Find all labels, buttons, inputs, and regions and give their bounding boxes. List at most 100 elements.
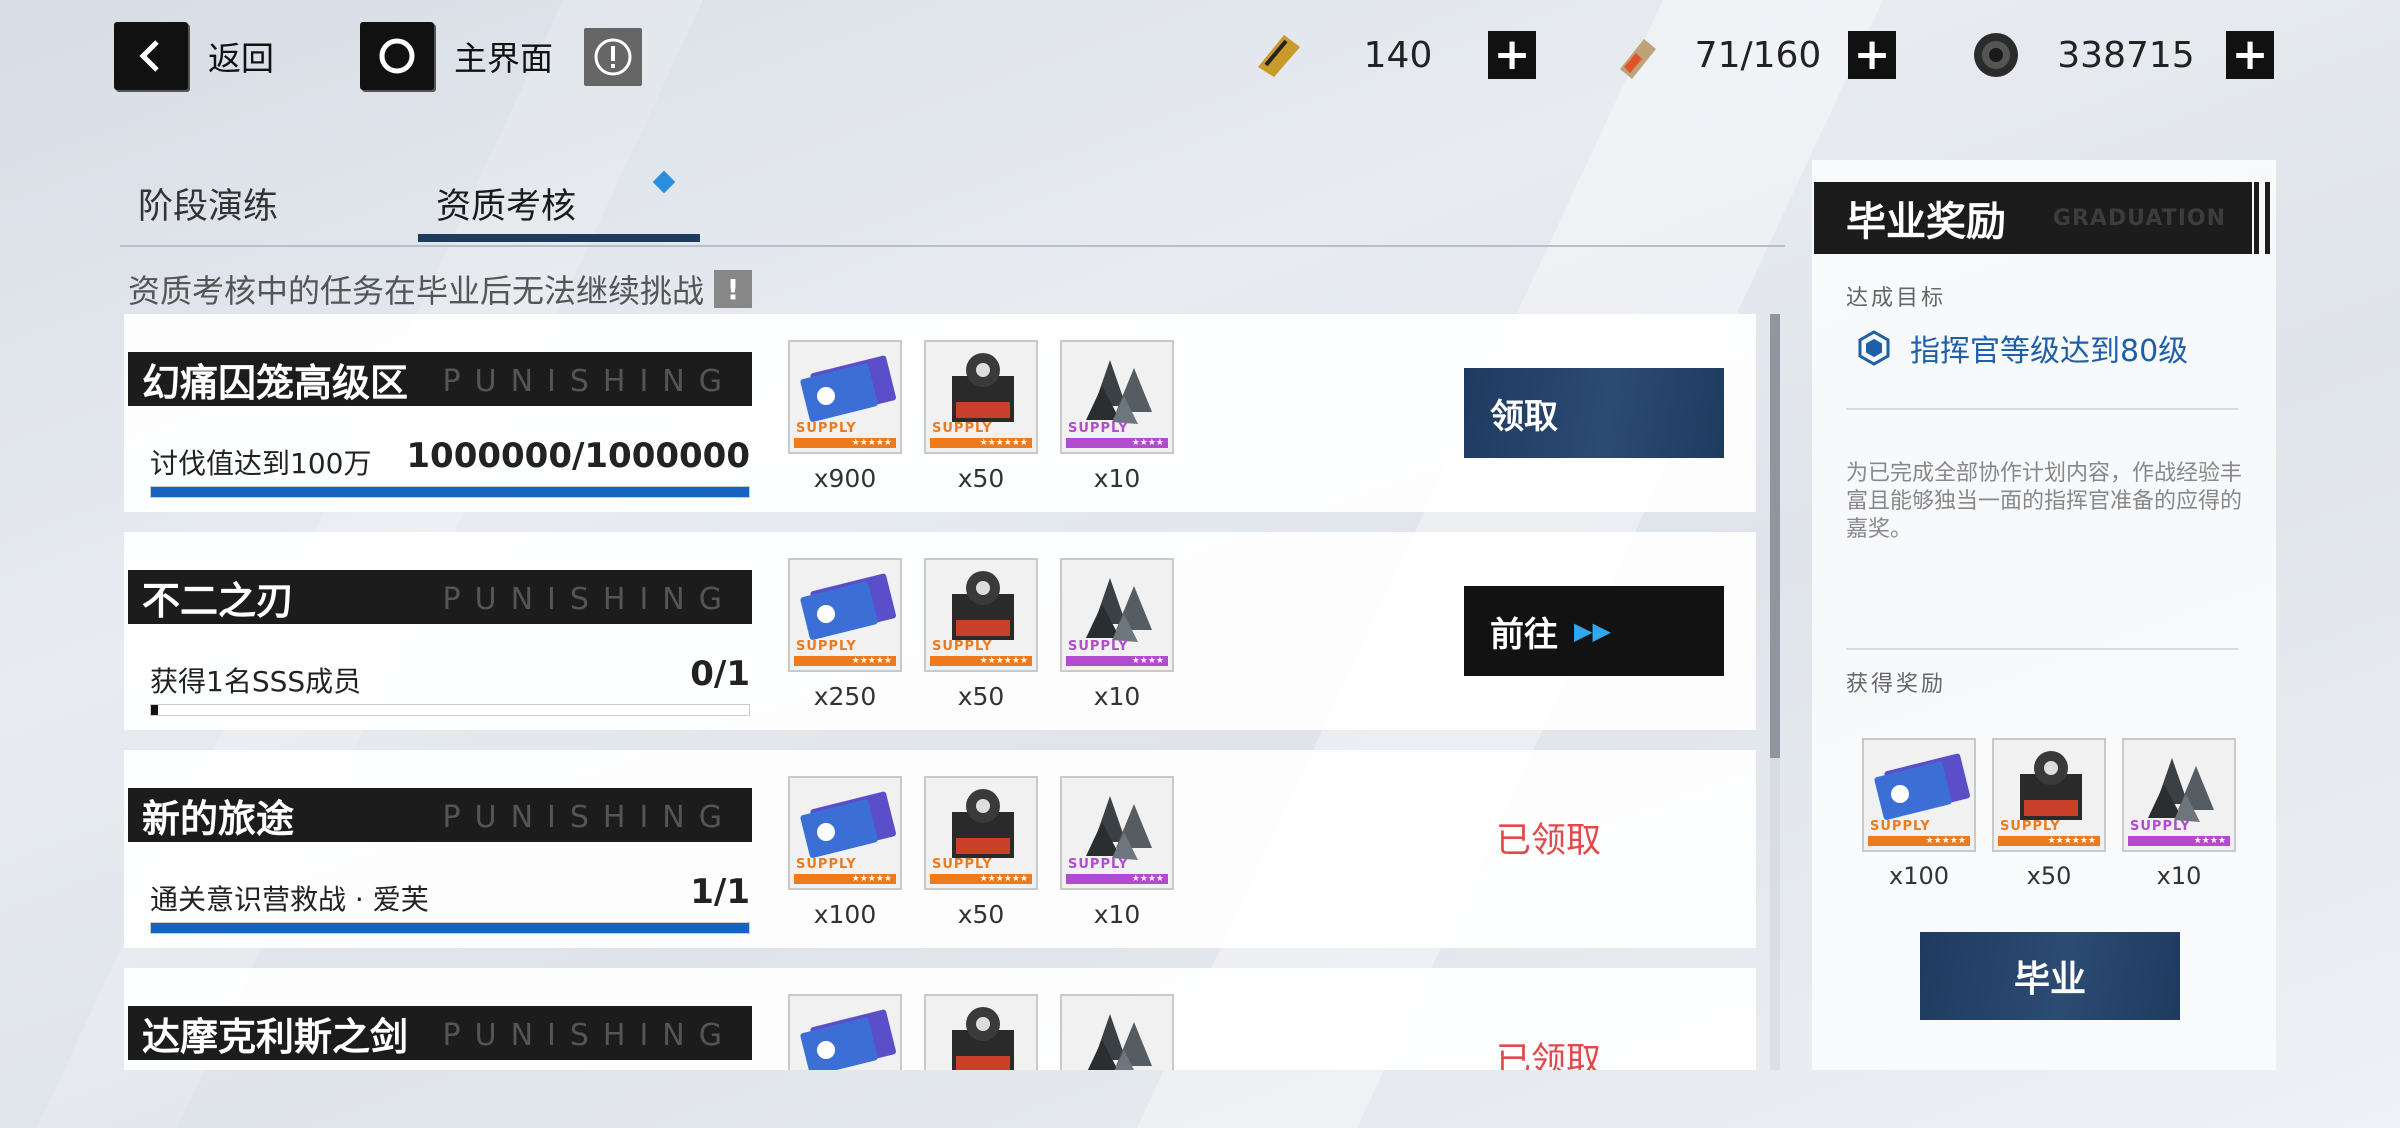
progress-bar-fill <box>151 487 749 497</box>
reward-item[interactable]: SUPPLY ★★★★ x10 <box>1060 776 1174 929</box>
task-condition: 获得1名SSS成员 0/1 <box>150 654 750 700</box>
ticket-icon <box>1248 25 1308 85</box>
reward-quantity: x900 <box>813 464 877 493</box>
reward-item[interactable]: SUPPLY ★★★★★ x100 <box>1862 738 1976 890</box>
condition-text: 通关意识营救战 · 爱芙 <box>150 883 429 916</box>
ticket-count: 140 <box>1363 34 1433 76</box>
rarity-strip: ★★★★★ <box>794 438 896 448</box>
supply-chip-box-icon[interactable]: SUPPLY ★★★★★★ <box>1992 738 2106 852</box>
tab-qualification[interactable]: 资质考核 <box>436 178 576 229</box>
task-title: 幻痛囚笼高级区 <box>142 360 409 405</box>
reward-item[interactable]: SUPPLY ★★★★★ x100 <box>788 776 902 929</box>
supply-tag: SUPPLY <box>1068 421 1129 436</box>
supply-crystal-icon[interactable]: SUPPLY★★★★ <box>1060 994 1174 1070</box>
reward-item[interactable]: SUPPLY★★★★★ <box>788 994 902 1070</box>
reward-item[interactable]: SUPPLY ★★★★★ x900 <box>788 340 902 493</box>
rarity-strip: ★★★★★★ <box>930 874 1032 884</box>
task-rewards: SUPPLY★★★★★ SUPPLY★★★★★★ SUPPLY★★★★ <box>788 994 1174 1070</box>
supply-crystal-icon[interactable]: SUPPLY ★★★★ <box>1060 340 1174 454</box>
panel-title-en: GRADUATION <box>2052 206 2226 231</box>
progress-bar <box>150 922 750 934</box>
supply-tag: SUPPLY <box>796 857 857 872</box>
reward-quantity: x10 <box>1093 682 1141 711</box>
task-title-bar: 达摩克利斯之剑 PUNISHING <box>128 1006 752 1060</box>
reward-item[interactable]: SUPPLY★★★★★★ <box>924 994 1038 1070</box>
supply-tag: SUPPLY <box>796 639 857 654</box>
graduation-rewards: SUPPLY ★★★★★ x100 SUPPLY ★★★★★★ x50 SUPPLY ★★★★… <box>1862 738 2236 890</box>
supply-tag: SUPPLY <box>1068 639 1129 654</box>
info-icon <box>594 38 632 76</box>
reward-item[interactable]: SUPPLY ★★★★★★ x50 <box>924 776 1038 929</box>
punishing-deco-text: PUNISHING <box>442 364 736 399</box>
supply-crystal-icon[interactable]: SUPPLY★★★★ <box>1060 776 1174 890</box>
reward-item[interactable]: SUPPLY ★★★★★★ x50 <box>924 558 1038 711</box>
supply-crystal-icon[interactable]: SUPPLY★★★★ <box>1060 558 1174 672</box>
claimed-status: 已领取 <box>1496 821 1602 861</box>
reward-item[interactable]: SUPPLY ★★★★★★ x50 <box>1992 738 2106 890</box>
reward-quantity: x50 <box>957 900 1005 929</box>
claim-button[interactable]: 领取 <box>1464 368 1724 458</box>
reward-item[interactable]: SUPPLY ★★★★★ x250 <box>788 558 902 711</box>
supply-tag: SUPPLY <box>2000 819 2061 834</box>
task-list[interactable]: 幻痛囚笼高级区 PUNISHING 讨伐值达到100万 1000000/1000000… <box>124 314 1756 1070</box>
supply-chip-box-icon[interactable]: SUPPLY★★★★★★ <box>924 558 1038 672</box>
task-row: 幻痛囚笼高级区 PUNISHING 讨伐值达到100万 1000000/1000000… <box>124 314 1756 512</box>
tab-divider <box>120 245 1785 247</box>
battery-icon <box>1608 25 1668 85</box>
task-title-bar: 不二之刃 PUNISHING <box>128 570 752 624</box>
rarity-strip: ★★★★ <box>2128 836 2230 846</box>
info-button[interactable] <box>584 28 642 86</box>
back-label[interactable]: 返回 <box>208 32 274 80</box>
gear-coin-icon <box>1966 25 2026 85</box>
progress-text: 1000000/1000000 <box>406 436 750 476</box>
graduation-panel: 毕业奖励 GRADUATION 达成目标 指挥官等级达到80级 为已完成全部协作… <box>1812 160 2276 1070</box>
rarity-strip: ★★★★ <box>1066 438 1168 448</box>
reward-item[interactable]: SUPPLY ★★★★★★ x50 <box>924 340 1038 493</box>
reward-quantity: x10 <box>2156 862 2202 890</box>
tab-stage-drill[interactable]: 阶段演练 <box>138 178 278 229</box>
add-ticket-button[interactable]: + <box>1488 31 1536 79</box>
divider <box>1846 408 2238 410</box>
battery-count: 71/160 <box>1694 34 1822 76</box>
rarity-strip: ★★★★★★ <box>930 438 1032 448</box>
supply-ticket-icon[interactable]: SUPPLY★★★★★ <box>788 776 902 890</box>
supply-chip-box-icon[interactable]: SUPPLY★★★★★★ <box>924 340 1038 454</box>
scrollbar-thumb[interactable] <box>1770 314 1780 758</box>
tab-selected-indicator <box>418 234 700 242</box>
supply-chip-box-icon[interactable]: SUPPLY★★★★★★ <box>924 994 1038 1070</box>
reward-quantity: x10 <box>1093 464 1141 493</box>
supply-ticket-icon[interactable]: SUPPLY★★★★★ <box>788 558 902 672</box>
reward-quantity: x10 <box>1093 900 1141 929</box>
chevron-left-icon <box>139 40 159 72</box>
circle-icon <box>379 38 415 74</box>
reward-item[interactable]: SUPPLY ★★★★ x10 <box>2122 738 2236 890</box>
home-button[interactable] <box>360 22 434 90</box>
divider <box>1846 648 2238 650</box>
punishing-deco-text: PUNISHING <box>442 582 736 617</box>
home-label[interactable]: 主界面 <box>454 32 553 80</box>
reward-quantity: x50 <box>2026 862 2072 890</box>
graduate-button[interactable]: 毕业 <box>1920 932 2180 1020</box>
supply-crystal-icon[interactable]: SUPPLY★★★★ <box>2122 738 2236 852</box>
task-rewards: SUPPLY ★★★★★ x900 SUPPLY ★★★★★★ x50 SUPPLY ★★★★… <box>788 340 1174 493</box>
supply-chip-box-icon[interactable]: SUPPLY ★★★★★★ <box>924 776 1038 890</box>
supply-ticket-icon[interactable]: SUPPLY★★★★★ <box>1862 738 1976 852</box>
graduation-description: 为已完成全部协作计划内容，作战经验丰富且能够独当一面的指挥官准备的应得的嘉奖。 <box>1846 461 2243 542</box>
add-coin-button[interactable]: + <box>2226 31 2274 79</box>
rarity-strip: ★★★★★★ <box>1998 836 2100 846</box>
reward-item[interactable]: SUPPLY★★★★ <box>1060 994 1174 1070</box>
reward-quantity: x100 <box>813 900 877 929</box>
supply-ticket-icon[interactable]: SUPPLY★★★★★ <box>788 994 902 1070</box>
add-battery-button[interactable]: + <box>1848 31 1896 79</box>
task-title-bar: 新的旅途 PUNISHING <box>128 788 752 842</box>
supply-ticket-icon[interactable]: SUPPLY★★★★★ <box>788 340 902 454</box>
goal-text: 指挥官等级达到80级 <box>1910 334 2189 369</box>
back-button[interactable] <box>114 22 188 90</box>
supply-tag: SUPPLY <box>932 857 993 872</box>
condition-text: 获得1名SSS成员 <box>150 665 362 698</box>
reward-item[interactable]: SUPPLY ★★★★ x10 <box>1060 340 1174 493</box>
task-title: 新的旅途 <box>142 796 295 841</box>
go-button[interactable]: 前往 ▶▶ <box>1464 586 1724 676</box>
progress-bar-fill <box>151 705 159 715</box>
reward-item[interactable]: SUPPLY ★★★★ x10 <box>1060 558 1174 711</box>
